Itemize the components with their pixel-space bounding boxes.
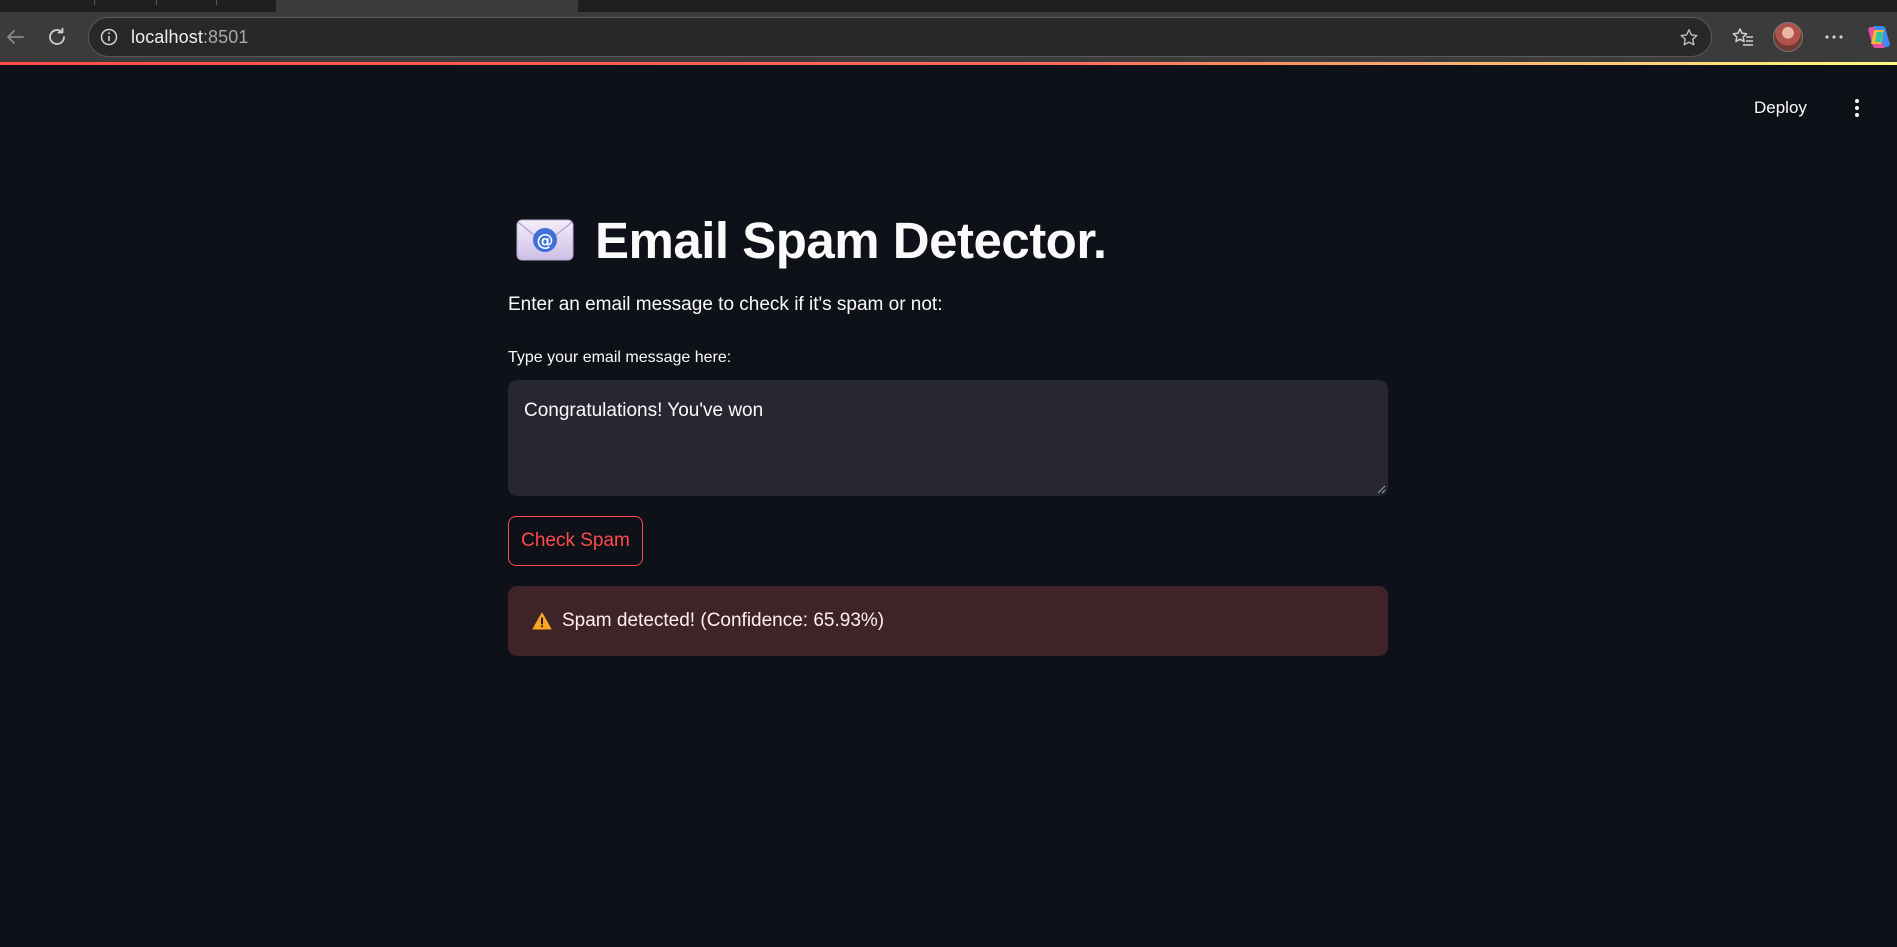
reload-button[interactable] [42,22,72,52]
email-input-label: Type your email message here: [508,349,732,366]
vertical-dots-icon [1855,99,1859,117]
favorites-button[interactable] [1728,22,1758,52]
tab-separator [156,0,157,5]
active-tab[interactable] [276,0,578,12]
deploy-button[interactable]: Deploy [1754,94,1807,122]
tab-separator [216,0,217,5]
spam-result-alert: Spam detected! (Confidence: 65.93%) [508,586,1388,656]
tab-separator [94,0,95,5]
url-text[interactable]: localhost:8501 [131,18,249,56]
url-host: localhost [131,27,203,47]
email-message-input[interactable] [508,380,1388,496]
check-spam-button[interactable]: Check Spam [508,516,643,566]
reload-icon [49,27,65,45]
email-envelope-icon: @ [516,219,574,261]
favorite-star-icon[interactable] [1677,26,1701,50]
title-row: @ Email Spam Detector. [508,205,1388,275]
more-options-button[interactable] [1819,22,1849,52]
site-info-icon[interactable] [99,27,119,47]
main-menu-button[interactable] [1845,96,1869,120]
browser-toolbar: localhost:8501 [0,12,1897,63]
back-arrow-icon [7,30,24,44]
svg-text:@: @ [537,231,554,251]
profile-avatar[interactable] [1773,22,1803,52]
running-indicator-bar [0,62,1897,65]
spam-result-text: Spam detected! (Confidence: 65.93%) [562,610,885,631]
resize-handle-icon[interactable] [1377,485,1386,494]
address-bar[interactable]: localhost:8501 [88,17,1712,57]
warning-icon [532,612,552,630]
url-port: :8501 [202,27,249,47]
page-title: Email Spam Detector. [595,211,1107,269]
favorites-list-icon [1732,28,1753,46]
instructions-text: Enter an email message to check if it's … [508,294,943,315]
horizontal-dots-icon [1825,35,1843,39]
back-button[interactable] [0,22,30,52]
tab-strip [0,0,1897,12]
copilot-icon[interactable] [1864,22,1894,52]
